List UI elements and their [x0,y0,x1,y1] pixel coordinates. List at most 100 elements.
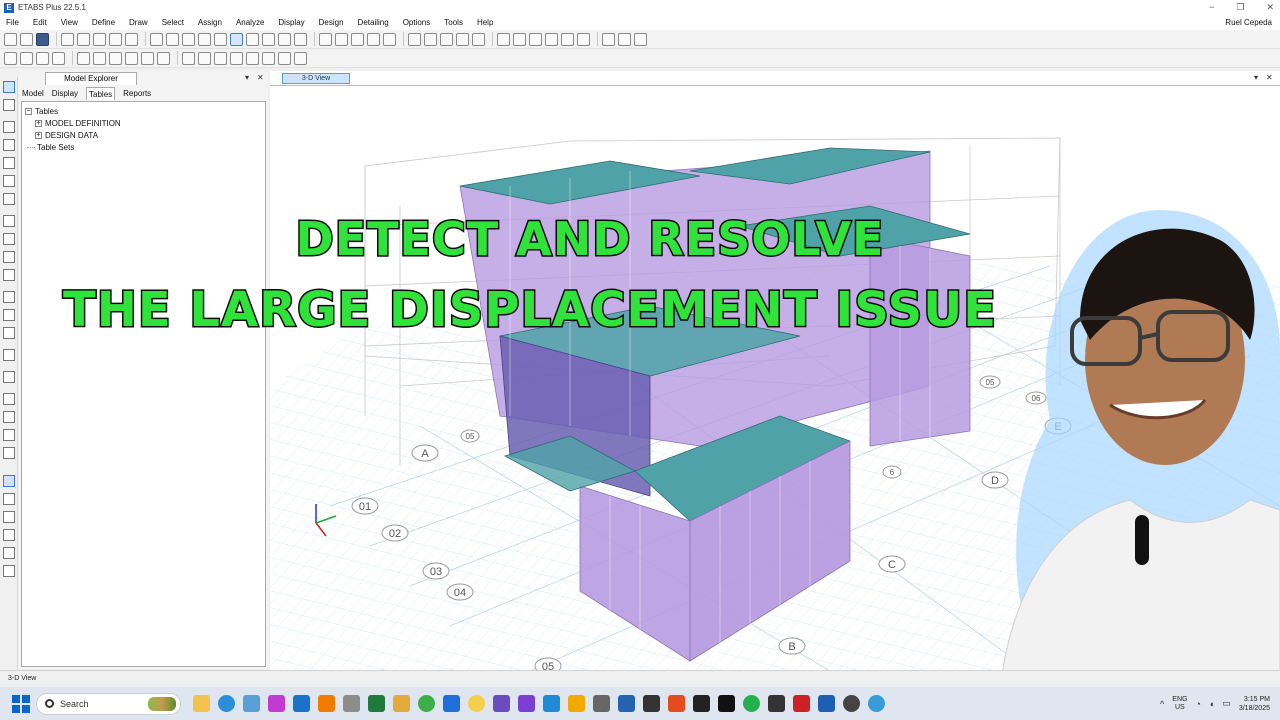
move-up-icon[interactable] [319,32,332,46]
move-down-icon[interactable] [335,32,348,46]
snap-intersection-icon[interactable] [157,51,170,65]
menu-define[interactable]: Define [92,18,115,27]
draw-reference-point-icon[interactable] [294,51,307,65]
draw-rectangular-area-icon[interactable] [198,51,211,65]
open-model-icon[interactable] [20,32,33,46]
excel-icon[interactable] [368,695,385,712]
object-shrink-icon[interactable] [351,32,364,46]
battery-icon[interactable]: ▭ [1222,698,1231,709]
draw-column-icon[interactable] [545,32,558,46]
3d-view-icon[interactable] [230,32,243,46]
edge-icon[interactable] [218,695,235,712]
tree-node-table-sets[interactable]: Table Sets [25,141,262,153]
draw-frame-icon[interactable] [497,32,510,46]
menu-help[interactable]: Help [477,18,493,27]
tree-node-design-data[interactable]: + DESIGN DATA [25,129,262,141]
security-shield-icon[interactable] [293,695,310,712]
redo-icon[interactable] [77,32,90,46]
user-account[interactable]: Ruel Cepeda [1225,18,1272,27]
menu-options[interactable]: Options [403,18,431,27]
draw-beam-icon[interactable] [513,32,526,46]
menu-detailing[interactable]: Detailing [358,18,389,27]
new-model-icon[interactable] [4,32,17,46]
obs-icon[interactable] [843,695,860,712]
tray-overflow-icon[interactable]: ^ [1160,699,1164,709]
assign-joint-icon[interactable] [634,32,647,46]
app-m-icon[interactable] [568,695,585,712]
clear-selection-icon[interactable] [3,429,15,441]
system-clock[interactable]: 3:15 PM 3/18/2025 [1239,695,1270,713]
tab-reports[interactable]: Reports [123,87,151,100]
show-undeformed-icon[interactable] [383,32,396,46]
draw-section-cut-icon[interactable] [3,349,15,361]
quick-draw-secondary-icon[interactable] [109,51,122,65]
tab-tables[interactable]: Tables [86,87,116,100]
tab-3d-view[interactable]: 3-D View [282,73,350,84]
show-forces-icon[interactable] [424,32,437,46]
zoom-restore-icon[interactable] [166,32,179,46]
run-analysis-icon[interactable] [125,32,138,46]
draw-joint-icon[interactable] [36,51,49,65]
visual-studio-icon[interactable] [518,695,535,712]
menu-select[interactable]: Select [162,18,184,27]
elevation-view-icon[interactable] [262,32,275,46]
menu-display[interactable]: Display [278,18,304,27]
pin-view-icon[interactable]: ▾ [1254,73,1258,82]
intersecting-line-icon[interactable] [3,447,15,459]
perspective-icon[interactable] [294,32,307,46]
quick-draw-frame-icon[interactable] [77,51,90,65]
select-previous-icon[interactable] [3,411,15,423]
folder-app-icon[interactable] [393,695,410,712]
reshape-icon[interactable] [20,51,33,65]
app-gamepad-icon[interactable] [593,695,610,712]
file-explorer-icon[interactable] [193,695,210,712]
chatgpt-icon[interactable] [693,695,710,712]
refresh-icon[interactable] [93,32,106,46]
app-yellow-icon[interactable] [468,695,485,712]
assign-frame-icon[interactable] [602,32,615,46]
draw-wall-opening-icon[interactable] [3,269,15,281]
select-pointer-icon[interactable] [4,51,17,65]
etabs-taskbar-icon[interactable] [818,695,835,712]
app-red-icon[interactable] [668,695,685,712]
draw-beam-icon[interactable] [3,175,15,187]
draw-area-icon[interactable] [182,51,195,65]
zoom-in-icon[interactable] [182,32,195,46]
undo-icon[interactable] [61,32,74,46]
show-deformed-shape-icon[interactable] [408,32,421,46]
draw-slab-icon[interactable] [561,32,574,46]
draw-wall-stack-icon[interactable] [246,51,259,65]
tab-model[interactable]: Model [22,87,44,100]
minimize-button[interactable]: − [1209,0,1214,15]
close-view-icon[interactable]: ✕ [1266,73,1273,82]
network-app-icon[interactable] [443,695,460,712]
draw-line-icon[interactable] [52,51,65,65]
draw-dimension-icon[interactable] [278,51,291,65]
tab-display[interactable]: Display [52,87,78,100]
menu-file[interactable]: File [6,18,19,27]
draw-wall-icon[interactable] [577,32,590,46]
snap-to-line-icon[interactable] [141,51,154,65]
draw-brace-icon[interactable] [3,193,15,205]
speaker-icon[interactable]: ◖ [1209,699,1214,709]
snap-perpendicular-icon[interactable] [3,529,15,541]
language-indicator[interactable]: ENG US [1172,696,1187,712]
close-panel-icon[interactable]: ✕ [257,73,264,82]
search-app-icon[interactable] [318,695,335,712]
app-doc-icon[interactable] [618,695,635,712]
quick-draw-area-icon[interactable] [214,51,227,65]
expand-icon[interactable]: + [35,119,42,127]
snap-ends-icon[interactable] [3,493,15,505]
show-reactions-icon[interactable] [472,32,485,46]
tree-node-model-definition[interactable]: + MODEL DEFINITION [25,117,262,129]
menu-tools[interactable]: Tools [444,18,463,27]
pan-icon[interactable] [214,32,227,46]
zoom-out-icon[interactable] [198,32,211,46]
draw-wall-icon[interactable] [3,251,15,263]
reshaper-icon[interactable] [3,99,15,111]
snap-grid-icon[interactable] [3,565,15,577]
chrome-icon[interactable] [418,695,435,712]
draw-opening-icon[interactable] [230,51,243,65]
menu-design[interactable]: Design [319,18,344,27]
taskbar-search-box[interactable]: Search [36,692,181,715]
